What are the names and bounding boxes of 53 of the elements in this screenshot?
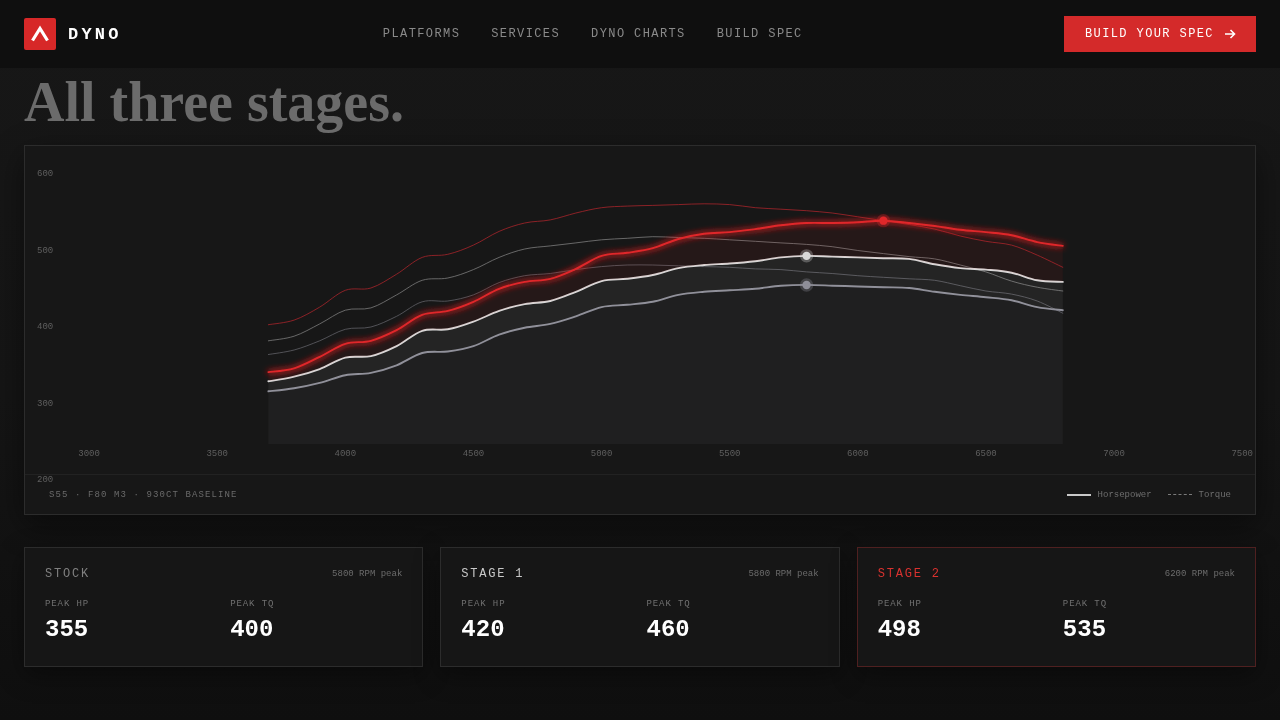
stat-label: PEAK TQ [646,598,692,610]
stat-value: 535 [1062,616,1108,644]
y-axis-label: 300 [37,398,54,409]
stat-value: 498 [877,616,922,644]
nav-link[interactable]: PLATFORMS [382,27,461,41]
x-axis-label: 7000 [1103,449,1125,460]
x-axis-label: 6500 [975,449,997,460]
peak-rpm-label: 5800 RPM peak [332,569,403,579]
dashed-line-icon [1167,494,1192,495]
x-axis-label: 6000 [847,449,869,460]
arrow-right-icon [1224,28,1236,40]
x-axis-label: 5000 [590,449,613,460]
brand-name: DYNO [68,24,122,44]
peak-marker-icon [876,213,891,228]
stat-value: 400 [230,616,275,644]
stage-card[interactable]: STAGE 1 5800 RPM peak PEAK HP 420 PEAK TQ 460 [440,547,840,667]
stage-title: STAGE 1 [461,567,525,581]
stage-title: STAGE 2 [877,567,941,581]
nav-link[interactable]: SERVICES [491,27,561,41]
x-axis-label: 4500 [462,449,485,460]
x-axis-label: 7500 [1231,449,1253,460]
x-axis-label: 5500 [718,449,741,460]
y-axis-label: 600 [37,169,54,180]
stat-label: PEAK HP [877,598,923,610]
stat-label: PEAK HP [461,598,507,610]
stat-value: 355 [45,616,90,644]
peak-rpm-label: 6200 RPM peak [1164,569,1235,579]
y-axis-label: 400 [37,322,54,333]
x-axis-label: 4000 [334,449,357,460]
y-axis-label: 200 [37,475,54,486]
x-axis-label: 3000 [78,449,100,460]
stage-card[interactable]: STAGE 2 6200 RPM peak PEAK HP 498 PEAK TQ 535 [856,547,1256,667]
chevron-logo-icon[interactable] [24,18,56,50]
stat-value: 460 [646,616,691,644]
nav-link[interactable]: BUILD SPEC [716,27,803,41]
peak-marker-icon [799,278,814,292]
build-spec-button[interactable]: BUILD YOUR SPEC [1063,16,1256,52]
stat-label: PEAK TQ [1062,598,1108,610]
legend-label: Horsepower [1097,489,1152,500]
nav-link[interactable]: DYNO CHARTS [591,27,686,41]
x-axis-label: 3500 [206,449,228,460]
page-heading: All three stages. [24,72,405,132]
stat-label: PEAK HP [45,598,91,610]
peak-marker-icon [799,249,814,263]
peak-rpm-label: 5800 RPM peak [748,569,819,579]
stage-card[interactable]: STOCK 5800 RPM peak PEAK HP 355 PEAK TQ 400 [24,547,424,667]
chart-caption: S55 · F80 M3 · 930CT BASELINE [49,489,238,500]
legend-label: Torque [1198,489,1231,500]
stage-title: STOCK [45,567,90,581]
stat-label: PEAK TQ [230,598,276,610]
y-axis-label: 500 [37,245,54,256]
stat-value: 420 [461,616,506,644]
solid-line-icon [1066,493,1091,496]
